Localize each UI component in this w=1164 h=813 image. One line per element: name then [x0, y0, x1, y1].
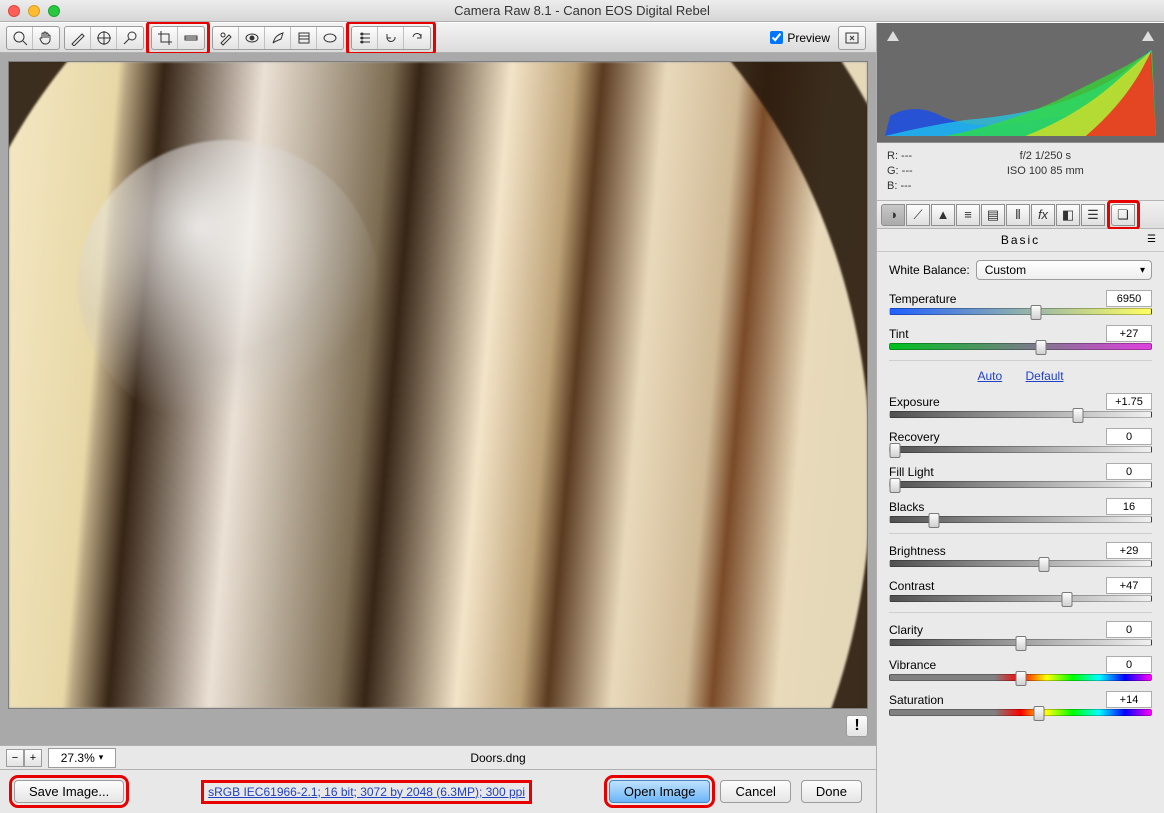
done-button[interactable]: Done: [801, 780, 862, 803]
tab-lens-corrections[interactable]: ⦀: [1006, 204, 1030, 226]
contrast-input[interactable]: [1106, 577, 1152, 594]
highlight-clip-warning-icon[interactable]: [1142, 31, 1154, 41]
temperature-input[interactable]: [1106, 290, 1152, 307]
image-preview[interactable]: [8, 61, 868, 709]
brightness-input[interactable]: [1106, 542, 1152, 559]
zoom-level-select[interactable]: 27.3%▾: [48, 748, 116, 768]
temperature-slider[interactable]: Temperature: [889, 290, 1152, 315]
saturation-input[interactable]: [1106, 691, 1152, 708]
blacks-input[interactable]: [1106, 498, 1152, 515]
vibrance-slider[interactable]: Vibrance: [889, 656, 1152, 681]
graduated-filter-tool-icon[interactable]: [291, 27, 317, 49]
rotate-ccw-icon[interactable]: [378, 27, 404, 49]
blacks-slider[interactable]: Blacks: [889, 498, 1152, 523]
workflow-options-link[interactable]: sRGB IEC61966-2.1; 16 bit; 3072 by 2048 …: [124, 783, 609, 801]
panel-tab-strip: ◑ ⟋ ▲ ≡ ▤ ⦀ fx ◧ ☰ ❏: [877, 201, 1164, 229]
zoom-tool-icon[interactable]: [7, 27, 33, 49]
save-image-button[interactable]: Save Image...: [14, 780, 124, 803]
tint-slider[interactable]: Tint: [889, 325, 1152, 350]
tab-tone-curve[interactable]: ⟋: [906, 204, 930, 226]
tab-detail[interactable]: ▲: [931, 204, 955, 226]
auto-link[interactable]: Auto: [977, 369, 1002, 383]
tab-basic[interactable]: ◑: [881, 204, 905, 226]
default-link[interactable]: Default: [1026, 369, 1064, 383]
tab-snapshots[interactable]: ❏: [1111, 204, 1135, 226]
white-balance-tool-icon[interactable]: [65, 27, 91, 49]
white-balance-label: White Balance:: [889, 263, 970, 277]
recovery-input[interactable]: [1106, 428, 1152, 445]
crop-tool-icon[interactable]: [152, 27, 178, 49]
clarity-input[interactable]: [1106, 621, 1152, 638]
tab-effects[interactable]: fx: [1031, 204, 1055, 226]
window-title: Camera Raw 8.1 - Canon EOS Digital Rebel: [0, 3, 1164, 18]
exposure-slider[interactable]: Exposure: [889, 393, 1152, 418]
spot-removal-tool-icon[interactable]: [213, 27, 239, 49]
filename-label: Doors.dng: [126, 751, 870, 765]
tab-presets[interactable]: ☰: [1081, 204, 1105, 226]
top-toolbar: Preview: [0, 23, 876, 53]
rotate-cw-icon[interactable]: [404, 27, 430, 49]
open-image-button[interactable]: Open Image: [609, 780, 711, 803]
preview-checkbox[interactable]: Preview: [770, 31, 830, 45]
vibrance-input[interactable]: [1106, 656, 1152, 673]
cancel-button[interactable]: Cancel: [720, 780, 790, 803]
tab-hsl[interactable]: ≡: [956, 204, 980, 226]
histogram[interactable]: [877, 23, 1164, 143]
fullscreen-toggle-icon[interactable]: [839, 27, 865, 49]
fill-light-input[interactable]: [1106, 463, 1152, 480]
saturation-slider[interactable]: Saturation: [889, 691, 1152, 716]
radial-filter-tool-icon[interactable]: [317, 27, 343, 49]
zoom-in-button[interactable]: +: [24, 749, 42, 767]
color-sampler-tool-icon[interactable]: [91, 27, 117, 49]
tab-split-toning[interactable]: ▤: [981, 204, 1005, 226]
shadow-clip-warning-icon[interactable]: [887, 31, 899, 41]
brightness-slider[interactable]: Brightness: [889, 542, 1152, 567]
straighten-tool-icon[interactable]: [178, 27, 204, 49]
preferences-tool-icon[interactable]: [352, 27, 378, 49]
hand-tool-icon[interactable]: [33, 27, 59, 49]
warning-icon[interactable]: !: [846, 715, 868, 737]
targeted-adjustment-tool-icon[interactable]: [117, 27, 143, 49]
tab-camera-calibration[interactable]: ◧: [1056, 204, 1080, 226]
zoom-out-button[interactable]: −: [6, 749, 24, 767]
fill-light-slider[interactable]: Fill Light: [889, 463, 1152, 488]
panel-menu-icon[interactable]: ☰: [1147, 234, 1158, 245]
contrast-slider[interactable]: Contrast: [889, 577, 1152, 602]
title-bar: Camera Raw 8.1 - Canon EOS Digital Rebel: [0, 0, 1164, 22]
white-balance-select[interactable]: Custom: [976, 260, 1152, 280]
exposure-input[interactable]: [1106, 393, 1152, 410]
adjustment-brush-tool-icon[interactable]: [265, 27, 291, 49]
tint-input[interactable]: [1106, 325, 1152, 342]
exif-readout: R: --- G: --- B: --- f/2 1/250 s ISO 100…: [877, 143, 1164, 201]
clarity-slider[interactable]: Clarity: [889, 621, 1152, 646]
red-eye-tool-icon[interactable]: [239, 27, 265, 49]
recovery-slider[interactable]: Recovery: [889, 428, 1152, 453]
panel-title: Basic ☰: [877, 229, 1164, 252]
